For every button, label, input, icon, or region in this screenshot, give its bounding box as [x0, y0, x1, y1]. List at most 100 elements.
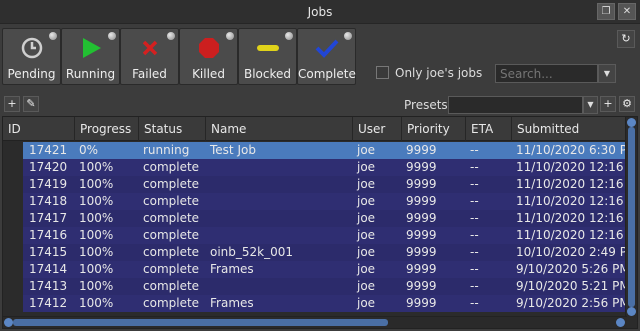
filter-label: Killed	[192, 67, 225, 81]
cell-name: Test Job	[210, 143, 256, 157]
cell-priority: 9999	[406, 245, 437, 259]
cell-user: joe	[357, 228, 376, 242]
scroll-left-icon[interactable]	[4, 318, 13, 327]
search-input[interactable]	[495, 64, 598, 83]
cell-priority: 9999	[406, 194, 437, 208]
cell-status: complete	[143, 245, 200, 259]
table-body: 17421 0% running Test Job joe 9999 -- 11/10/202…	[3, 142, 627, 316]
brush-icon[interactable]: ✎	[23, 96, 39, 112]
cell-name	[206, 159, 353, 176]
table-row[interactable]: 17419 100% complete joe 9999 -- 11/10/2020 12:…	[3, 176, 627, 193]
add-icon[interactable]: +	[4, 96, 20, 112]
filter-label: Blocked	[243, 67, 292, 81]
column-header-user[interactable]: User	[353, 117, 402, 141]
filter-blocked-button[interactable]: Blocked	[238, 28, 297, 85]
table-row[interactable]: 17413 100% complete joe 9999 -- 9/10/2020 5:21…	[3, 278, 627, 295]
gear-icon[interactable]: ⚙	[619, 96, 635, 112]
cell-progress: 100%	[79, 194, 114, 208]
filter-label: Running	[65, 67, 116, 81]
cell-id: 17416	[29, 228, 68, 242]
cell-eta: --	[470, 296, 479, 310]
column-header-progress[interactable]: Progress	[75, 117, 139, 141]
filter-running-button[interactable]: Running	[61, 28, 120, 85]
cell-name: Frames	[210, 262, 254, 276]
cell-user: joe	[357, 296, 376, 310]
cell-progress: 100%	[79, 245, 114, 259]
cell-user: joe	[357, 279, 376, 293]
cell-user: joe	[357, 245, 376, 259]
presets-select[interactable]	[448, 96, 583, 114]
cell-priority: 9999	[406, 262, 437, 276]
cell-user: joe	[357, 143, 376, 157]
cell-eta: --	[470, 143, 479, 157]
only-mine-checkbox[interactable]	[376, 66, 389, 79]
cell-name	[206, 176, 353, 193]
dash-icon	[239, 35, 296, 61]
cell-id: 17421	[29, 143, 68, 157]
cell-eta: --	[470, 262, 479, 276]
cell-status: complete	[143, 160, 200, 174]
column-header-submitted[interactable]: Submitted	[512, 117, 627, 141]
table-row[interactable]: 17417 100% complete joe 9999 -- 11/10/2020 12:…	[3, 210, 627, 227]
cell-status: running	[143, 143, 190, 157]
cell-name	[206, 278, 353, 295]
filter-killed-button[interactable]: Killed	[179, 28, 238, 85]
horizontal-scrollbar[interactable]	[3, 316, 627, 328]
cell-name: Frames	[210, 296, 254, 310]
cell-submitted: 11/10/2020 12:16 PM	[516, 177, 627, 191]
cell-submitted: 11/10/2020 12:16 PM	[516, 160, 627, 174]
cell-status: complete	[143, 177, 200, 191]
column-header-id[interactable]: ID	[3, 117, 75, 141]
cell-priority: 9999	[406, 211, 437, 225]
scroll-up-icon[interactable]	[627, 118, 636, 127]
table-row[interactable]: 17415 100% complete oinb_52k_001 joe 9999 -- 10…	[3, 244, 627, 261]
cell-name: oinb_52k_001	[210, 245, 294, 259]
cell-progress: 100%	[79, 228, 114, 242]
table-row[interactable]: 17420 100% complete joe 9999 -- 11/10/2020 12:…	[3, 159, 627, 176]
cell-priority: 9999	[406, 296, 437, 310]
scroll-down-icon[interactable]	[627, 307, 636, 316]
cell-priority: 9999	[406, 279, 437, 293]
cell-priority: 9999	[406, 143, 437, 157]
table-row[interactable]: 17416 100% complete joe 9999 -- 11/10/2020 12:…	[3, 227, 627, 244]
cell-progress: 100%	[79, 262, 114, 276]
cell-user: joe	[357, 211, 376, 225]
table-row[interactable]: 17412 100% complete Frames joe 9999 -- 9/10/202…	[3, 295, 627, 312]
column-header-priority[interactable]: Priority	[402, 117, 466, 141]
cell-eta: --	[470, 194, 479, 208]
column-header-name[interactable]: Name	[206, 117, 353, 141]
cell-id: 17412	[29, 296, 68, 310]
cell-submitted: 9/10/2020 5:26 PM	[516, 262, 627, 276]
column-header-eta[interactable]: ETA	[466, 117, 512, 141]
cell-submitted: 10/10/2020 2:49 PM	[516, 245, 627, 259]
filter-pending-button[interactable]: Pending	[2, 28, 61, 85]
table-row[interactable]: 17421 0% running Test Job joe 9999 -- 11/10/202…	[3, 142, 627, 159]
refresh-icon[interactable]: ↻	[617, 30, 635, 48]
horizontal-scroll-thumb[interactable]	[13, 319, 388, 326]
x-icon	[121, 35, 178, 61]
cell-submitted: 11/10/2020 12:16 PM	[516, 228, 627, 242]
cell-id: 17413	[29, 279, 68, 293]
chevron-down-icon[interactable]: ▼	[598, 64, 616, 83]
filter-failed-button[interactable]: Failed	[120, 28, 179, 85]
column-header-status[interactable]: Status	[139, 117, 206, 141]
cell-priority: 9999	[406, 160, 437, 174]
cell-priority: 9999	[406, 177, 437, 191]
vertical-scroll-thumb[interactable]	[628, 127, 635, 307]
cell-status: complete	[143, 279, 200, 293]
chevron-down-icon[interactable]: ▼	[583, 96, 598, 114]
close-icon[interactable]: ✕	[618, 3, 636, 20]
table-row[interactable]: 17418 100% complete joe 9999 -- 11/10/2020 12:…	[3, 193, 627, 210]
scroll-right-icon[interactable]	[616, 318, 625, 327]
cell-user: joe	[357, 160, 376, 174]
filter-label: Failed	[132, 67, 167, 81]
restore-icon[interactable]: ❐	[597, 3, 615, 20]
cell-id: 17419	[29, 177, 68, 191]
vertical-scrollbar[interactable]	[625, 117, 637, 318]
cell-id: 17420	[29, 160, 68, 174]
add-preset-icon[interactable]: +	[600, 96, 616, 112]
filter-complete-button[interactable]: Complete	[297, 28, 356, 85]
cell-submitted: 9/10/2020 5:21 PM	[516, 279, 627, 293]
table-row[interactable]: 17414 100% complete Frames joe 9999 -- 9/10/202…	[3, 261, 627, 278]
jobs-table: ID Progress Status Name User Priority ET…	[2, 116, 638, 329]
